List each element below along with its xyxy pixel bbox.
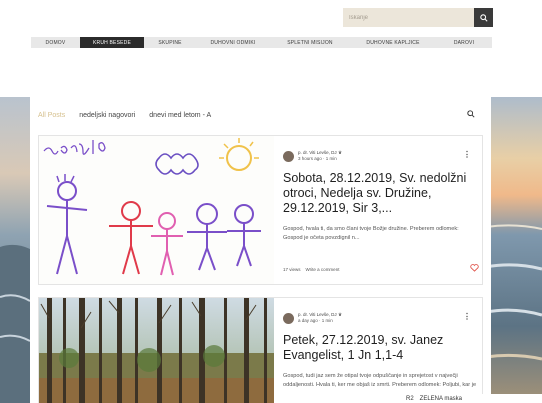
post-card[interactable]: p. dr. Viti Levše, DJ ♛ a day ago · 1 mi… xyxy=(38,297,483,403)
post-author[interactable]: p. dr. Viti Levše, DJ xyxy=(298,150,337,155)
post-time: a day ago · 1 min xyxy=(298,318,333,323)
nav-item-skupine[interactable]: SKUPINE xyxy=(144,37,196,48)
search-input[interactable] xyxy=(343,8,474,27)
category-nedeljski-nagovori[interactable]: nedeljski nagovori xyxy=(79,112,135,119)
avatar[interactable] xyxy=(283,313,294,324)
write-comment-link[interactable]: Write a comment xyxy=(306,267,340,272)
more-options-icon[interactable]: ⋮ xyxy=(463,150,471,159)
main-nav: DOMOV KRUH BESEDE SKUPINE DUHOVNI ODMIKI… xyxy=(31,37,492,48)
page: DOMOV KRUH BESEDE SKUPINE DUHOVNI ODMIKI… xyxy=(0,0,542,403)
search-button[interactable] xyxy=(474,8,493,27)
post-time: 3 hours ago · 1 min xyxy=(298,156,337,161)
bottom-ticker: R2 ZELENA maska xyxy=(390,394,542,403)
post-excerpt: Gospod, tudi jaz sem že otipal tvoje odp… xyxy=(283,373,477,388)
post-card[interactable]: p. dr. Viti Levše, DJ ♛ 3 hours ago · 1 … xyxy=(38,135,483,285)
post-author[interactable]: p. dr. Viti Levše, DJ xyxy=(298,312,337,317)
category-all-posts[interactable]: All Posts xyxy=(38,112,65,119)
post-meta: p. dr. Viti Levše, DJ ♛ 3 hours ago · 1 … xyxy=(283,150,479,166)
post-thumbnail-drawing[interactable] xyxy=(39,136,274,284)
nav-item-spletni-misijon[interactable]: SPLETNI MISIJON xyxy=(270,37,350,48)
post-meta: p. dr. Viti Levše, DJ ♛ a day ago · 1 mi… xyxy=(283,312,479,328)
crown-icon: ♛ xyxy=(337,312,342,317)
post-body: p. dr. Viti Levše, DJ ♛ 3 hours ago · 1 … xyxy=(283,150,479,243)
nav-item-domov[interactable]: DOMOV xyxy=(31,37,80,48)
post-footer: 17 views Write a comment xyxy=(283,264,479,272)
post-body: p. dr. Viti Levše, DJ ♛ a day ago · 1 mi… xyxy=(283,312,479,390)
post-views: 17 views xyxy=(283,267,301,272)
nav-item-duhovne-kapljice[interactable]: DUHOVNE KAPLJICE xyxy=(350,37,436,48)
site-search xyxy=(343,8,493,27)
post-title[interactable]: Sobota, 28.12.2019, Sv. nedolžni otroci,… xyxy=(283,171,479,216)
nav-item-kruh-besede[interactable]: KRUH BESEDE xyxy=(80,37,144,48)
heart-icon[interactable] xyxy=(470,264,479,272)
crown-icon: ♛ xyxy=(337,150,342,155)
nav-item-darovi[interactable]: DAROVI xyxy=(436,37,492,48)
post-thumbnail-forest[interactable] xyxy=(39,298,274,403)
ticker-right-text: ZELENA maska xyxy=(419,395,463,402)
post-title[interactable]: Petek, 27.12.2019, sv. Janez Evangelist,… xyxy=(283,333,479,363)
ticker-left-text: R2 xyxy=(406,395,414,402)
post-excerpt: Gospod, hvala ti, da smo člani tvoje Bož… xyxy=(283,226,459,241)
search-icon xyxy=(479,13,488,22)
category-bar: All Posts nedeljski nagovori dnevi med l… xyxy=(30,97,491,133)
blog-panel: All Posts nedeljski nagovori dnevi med l… xyxy=(30,97,491,403)
nav-item-duhovni-odmiki[interactable]: DUHOVNI ODMIKI xyxy=(196,37,270,48)
category-dnevi-med-letom[interactable]: dnevi med letom - A xyxy=(149,112,211,119)
more-options-icon[interactable]: ⋮ xyxy=(463,312,471,321)
search-icon[interactable] xyxy=(467,110,475,118)
avatar[interactable] xyxy=(283,151,294,162)
